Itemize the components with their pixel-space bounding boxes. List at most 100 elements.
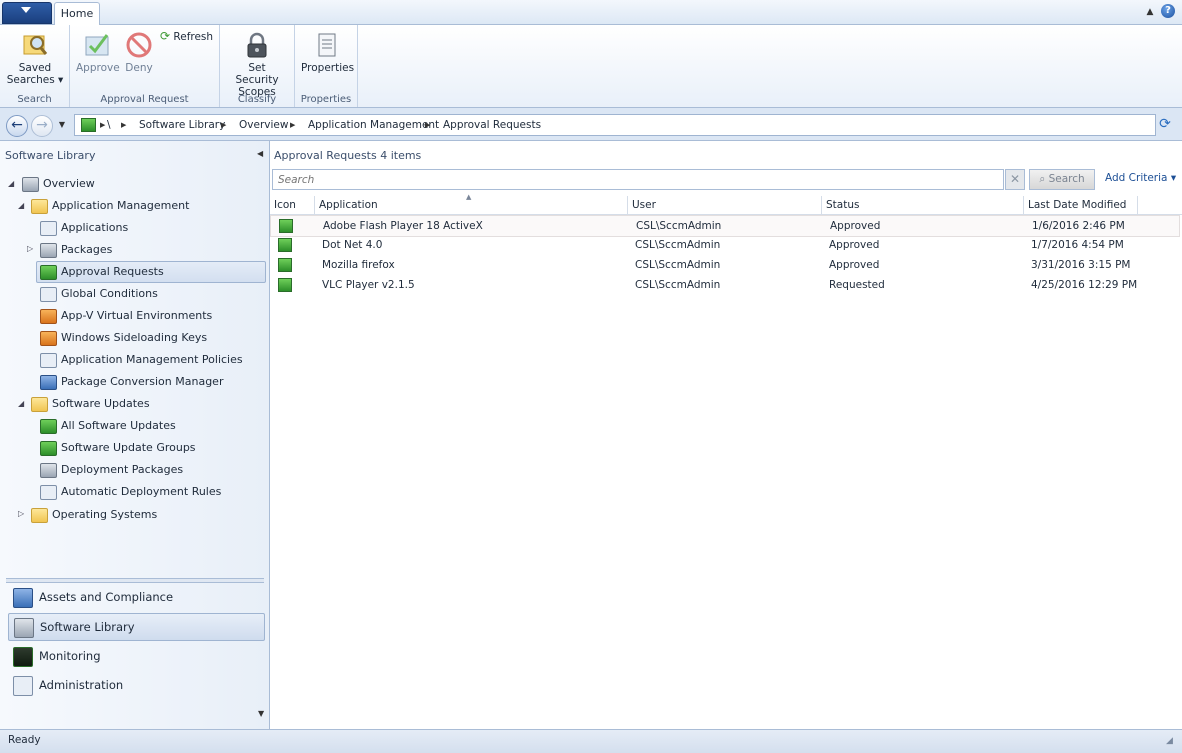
workspace-software-library[interactable]: Software Library <box>8 613 265 641</box>
table-row[interactable]: Adobe Flash Player 18 ActiveX CSL\SccmAd… <box>270 215 1180 237</box>
approval-requests-icon <box>81 118 96 132</box>
breadcrumb-software-library[interactable]: Software Library <box>139 115 225 135</box>
tree-item-applications[interactable]: Applications <box>40 218 128 238</box>
workspace-monitoring[interactable]: Monitoring <box>8 643 263 669</box>
tree-item-label: Windows Sideloading Keys <box>61 331 208 344</box>
breadcrumb-separator-icon: ▶ <box>221 121 227 129</box>
package-icon <box>40 242 57 258</box>
properties-label: Properties <box>301 62 355 74</box>
approve-button[interactable]: Approve <box>76 31 120 74</box>
tree-item-overview[interactable]: Overview <box>22 174 95 194</box>
table-row[interactable]: Dot Net 4.0 CSL\SccmAdmin Approved 1/7/2… <box>270 235 1178 255</box>
refresh-icon[interactable]: ⟳ <box>1157 116 1173 132</box>
tab-home[interactable]: Home <box>54 2 100 25</box>
workspace-splitter[interactable] <box>6 578 264 583</box>
tree-item-deployment-packages[interactable]: Deployment Packages <box>40 460 183 480</box>
application-menu-button[interactable] <box>2 2 52 24</box>
collapsed-arrow-icon[interactable]: ▷ <box>18 509 24 518</box>
assets-compliance-icon <box>13 588 33 608</box>
cell-status: Requested <box>829 279 885 291</box>
tree-item-label: Deployment Packages <box>61 463 184 476</box>
workspace-more-icon[interactable]: ▼ <box>258 709 264 718</box>
breadcrumb-root[interactable]: \ <box>107 115 111 135</box>
workspace-label: Administration <box>39 678 124 692</box>
collapsed-arrow-icon[interactable]: ▷ <box>27 244 33 253</box>
ribbon-group-label-properties: Properties <box>300 94 352 105</box>
resize-grip-icon[interactable]: ◢ <box>1166 736 1178 748</box>
tree-item-windows-sideloading-keys[interactable]: Windows Sideloading Keys <box>40 328 207 348</box>
tree-item-packages[interactable]: Packages <box>40 240 112 260</box>
tree-item-application-management[interactable]: Application Management <box>31 196 189 216</box>
tree-item-label: Application Management <box>52 199 190 212</box>
workspace-administration[interactable]: Administration <box>8 672 263 698</box>
tree-item-approval-requests[interactable]: Approval Requests <box>36 261 266 283</box>
ribbon-group-properties: Properties Properties <box>295 25 358 107</box>
ribbon-group-approval: Approve Deny ⟳ Refresh Approval Request <box>70 25 220 107</box>
tree-item-global-conditions[interactable]: Global Conditions <box>40 284 158 304</box>
search-input[interactable] <box>272 169 1004 190</box>
properties-button[interactable]: Properties <box>301 31 355 74</box>
workspace-assets-and-compliance[interactable]: Assets and Compliance <box>8 584 263 610</box>
tree-item-label: Software Update Groups <box>61 441 196 454</box>
column-header-application[interactable]: Application <box>315 196 628 214</box>
tree-item-label: Software Updates <box>52 397 150 410</box>
app-v-icon <box>40 308 57 324</box>
saved-searches-label: Saved Searches ▾ <box>6 62 64 86</box>
update-groups-icon <box>40 440 57 456</box>
expanded-arrow-icon[interactable]: ◢ <box>8 179 14 188</box>
results-pane: Approval Requests 4 items ✕ ⌕ Search Add… <box>270 141 1182 729</box>
tree-item-application-management-policies[interactable]: Application Management Policies <box>40 350 243 370</box>
policy-icon <box>40 352 57 368</box>
cell-last-modified: 1/7/2016 4:54 PM <box>1031 239 1124 251</box>
breadcrumb-overview[interactable]: Overview <box>239 115 288 135</box>
deny-button[interactable]: Deny <box>122 31 156 74</box>
lock-icon <box>243 31 271 59</box>
tree-item-label: Packages <box>61 243 113 256</box>
search-field[interactable] <box>273 170 980 189</box>
tree-item-automatic-deployment-rules[interactable]: Automatic Deployment Rules <box>40 482 221 502</box>
tree-item-all-software-updates[interactable]: All Software Updates <box>40 416 176 436</box>
saved-searches-button[interactable]: Saved Searches ▾ <box>6 31 64 86</box>
tree-item-package-conversion-manager[interactable]: Package Conversion Manager <box>40 372 223 392</box>
tree-item-software-updates[interactable]: Software Updates <box>31 394 150 414</box>
search-button[interactable]: ⌕ Search <box>1029 169 1095 190</box>
table-row[interactable]: Mozilla firefox CSL\SccmAdmin Approved 3… <box>270 255 1178 275</box>
tree-item-software-update-groups[interactable]: Software Update Groups <box>40 438 196 458</box>
cell-user: CSL\SccmAdmin <box>635 239 721 251</box>
deployment-rules-icon <box>40 484 57 500</box>
applications-icon <box>40 220 57 236</box>
column-header-status[interactable]: Status <box>822 196 1024 214</box>
column-header-last-date-modified[interactable]: Last Date Modified <box>1024 196 1138 214</box>
refresh-button[interactable]: ⟳ Refresh <box>160 30 218 43</box>
status-bar: Ready ◢ <box>0 729 1182 753</box>
saved-searches-icon <box>21 31 49 59</box>
table-row[interactable]: VLC Player v2.1.5 CSL\SccmAdmin Requeste… <box>270 275 1178 295</box>
column-header-icon[interactable]: Icon <box>270 196 315 214</box>
expanded-arrow-icon[interactable]: ◢ <box>18 399 24 408</box>
breadcrumb-approval-requests[interactable]: Approval Requests <box>443 115 541 135</box>
collapse-ribbon-icon[interactable]: ▲ <box>1143 5 1157 19</box>
add-criteria-link[interactable]: Add Criteria ▾ <box>1105 172 1176 184</box>
navigation-bar: ← → ▼ ▶ \ ▶ Software Library ▶ Overview … <box>0 108 1182 141</box>
forward-arrow-icon[interactable]: → <box>31 115 53 137</box>
clear-search-icon[interactable]: ✕ <box>1005 169 1025 190</box>
address-bar[interactable]: ▶ \ ▶ Software Library ▶ Overview ▶ Appl… <box>74 114 1156 136</box>
set-security-scopes-label: Set Security Scopes <box>235 62 279 98</box>
breadcrumb-separator-icon: ▶ <box>425 121 431 129</box>
collapse-pane-icon[interactable]: ◀ <box>257 149 263 158</box>
tree-item-label: Overview <box>43 177 95 190</box>
tree-item-label: Global Conditions <box>61 287 158 300</box>
back-arrow-icon[interactable]: ← <box>6 115 28 137</box>
expanded-arrow-icon[interactable]: ◢ <box>18 201 24 210</box>
tree-item-operating-systems[interactable]: Operating Systems <box>31 505 157 525</box>
ribbon-group-classify: Set Security Scopes Classify <box>220 25 295 107</box>
key-icon <box>40 330 57 346</box>
breadcrumb-application-management[interactable]: Application Management <box>308 115 439 135</box>
set-security-scopes-button[interactable]: Set Security Scopes <box>226 31 288 98</box>
history-dropdown-icon[interactable]: ▼ <box>56 117 68 133</box>
results-title: Approval Requests 4 items <box>274 149 422 162</box>
tree-item-app-v-virtual-environments[interactable]: App-V Virtual Environments <box>40 306 212 326</box>
sort-ascending-icon: ▲ <box>466 193 472 201</box>
help-icon[interactable]: ? <box>1161 4 1175 18</box>
column-header-user[interactable]: User <box>628 196 822 214</box>
